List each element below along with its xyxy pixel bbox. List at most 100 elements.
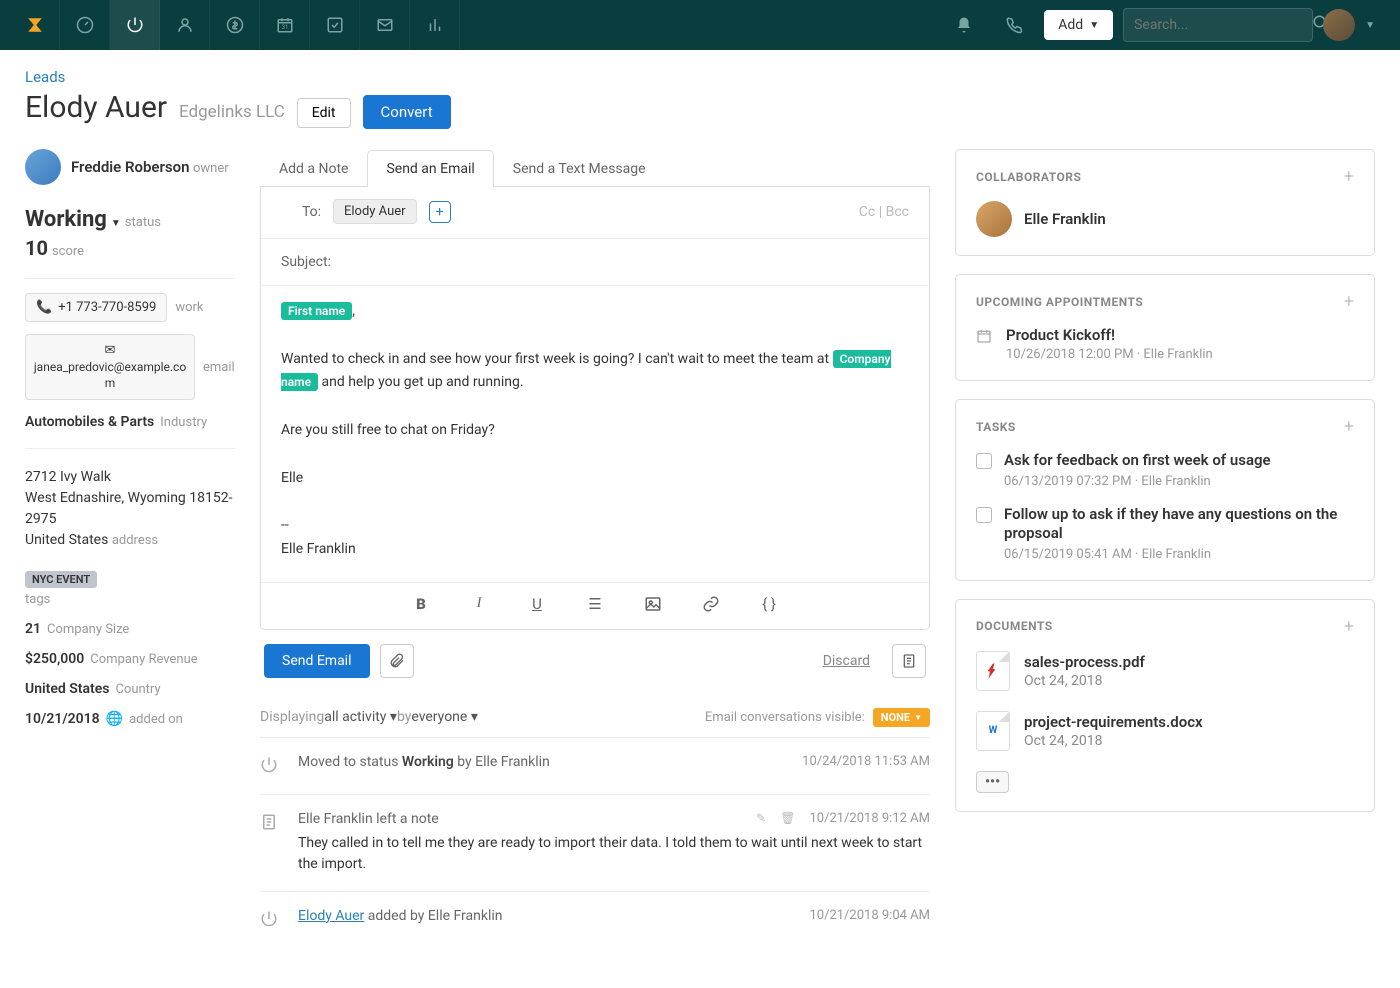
added-on-label: added on bbox=[129, 712, 183, 727]
underline-icon[interactable]: U bbox=[523, 595, 551, 617]
code-icon[interactable]: { } bbox=[755, 595, 783, 617]
status-value[interactable]: Working bbox=[25, 207, 107, 232]
link-icon[interactable] bbox=[697, 595, 725, 617]
email-pill[interactable]: ✉ janea_predovic@example.com bbox=[25, 334, 195, 400]
score-value: 10 bbox=[25, 236, 48, 260]
calendar-icon[interactable]: 31 bbox=[260, 0, 310, 50]
score-label: score bbox=[52, 244, 84, 259]
dollar-icon[interactable] bbox=[210, 0, 260, 50]
person-icon[interactable] bbox=[160, 0, 210, 50]
task-checkbox[interactable] bbox=[976, 453, 992, 469]
tasks-title: TASKS bbox=[976, 420, 1016, 434]
recipient-chip[interactable]: Elody Auer bbox=[333, 199, 417, 224]
task-title[interactable]: Follow up to ask if they have any questi… bbox=[1004, 505, 1354, 544]
email-type-label: email bbox=[203, 360, 235, 375]
left-sidebar: Freddie Roberson owner Working ▼ status … bbox=[25, 149, 235, 948]
mail-icon[interactable] bbox=[360, 0, 410, 50]
convert-button[interactable]: Convert bbox=[363, 95, 451, 129]
owner-name: Freddie Roberson bbox=[71, 158, 189, 176]
visibility-badge[interactable]: NONE ▼ bbox=[873, 708, 930, 727]
collaborator-row[interactable]: Elle Franklin bbox=[976, 201, 1354, 237]
document-row[interactable]: sales-process.pdf Oct 24, 2018 bbox=[976, 651, 1354, 691]
company-size-label: Company Size bbox=[47, 622, 129, 637]
topbar-right: Add ▼ ▼ bbox=[944, 8, 1390, 42]
italic-icon[interactable]: I bbox=[465, 595, 493, 617]
status-label: status bbox=[125, 215, 161, 230]
edit-button[interactable]: Edit bbox=[297, 98, 351, 128]
appointment-meta: 10/26/2018 12:00 PM · Elle Franklin bbox=[1006, 347, 1213, 362]
phone-number: +1 773-770-8599 bbox=[58, 300, 156, 315]
template-button[interactable] bbox=[892, 644, 926, 678]
check-icon[interactable] bbox=[310, 0, 360, 50]
search-input-wrap[interactable] bbox=[1123, 8, 1313, 42]
dashboard-icon[interactable] bbox=[60, 0, 110, 50]
subject-label: Subject: bbox=[281, 254, 331, 270]
cc-link[interactable]: Cc bbox=[859, 204, 875, 220]
chevron-down-icon: ▼ bbox=[1089, 20, 1099, 31]
add-appointment-button[interactable]: + bbox=[1344, 291, 1354, 312]
compose-tabs: Add a Note Send an Email Send a Text Mes… bbox=[260, 149, 930, 187]
email-body[interactable]: First name, Wanted to check in and see h… bbox=[261, 286, 929, 582]
reports-icon[interactable] bbox=[410, 0, 460, 50]
list-icon[interactable]: ☰ bbox=[581, 595, 609, 617]
activity-item: Moved to status Working by Elle Franklin… bbox=[260, 738, 930, 795]
more-button[interactable]: ••• bbox=[976, 771, 1009, 793]
activity-lead-link[interactable]: Elody Auer bbox=[298, 908, 364, 924]
appointment-row[interactable]: Product Kickoff! 10/26/2018 12:00 PM · E… bbox=[976, 326, 1354, 362]
chevron-down-icon[interactable]: ▼ bbox=[1365, 20, 1375, 31]
collaborator-name: Elle Franklin bbox=[1024, 210, 1106, 228]
send-email-button[interactable]: Send Email bbox=[264, 644, 370, 678]
breadcrumb[interactable]: Leads bbox=[25, 68, 1375, 86]
edit-icon[interactable]: ✎ bbox=[756, 811, 766, 825]
phone-pill[interactable]: 📞 +1 773-770-8599 bbox=[25, 293, 167, 322]
search-input[interactable] bbox=[1134, 17, 1312, 33]
task-checkbox[interactable] bbox=[976, 507, 992, 523]
attach-button[interactable] bbox=[380, 644, 414, 678]
tab-add-note[interactable]: Add a Note bbox=[260, 150, 367, 187]
add-collaborator-button[interactable]: + bbox=[1344, 166, 1354, 187]
power-icon bbox=[260, 908, 284, 932]
word-icon: W bbox=[976, 711, 1010, 751]
address-street: 2712 Ivy Walk bbox=[25, 467, 235, 488]
power-icon[interactable] bbox=[110, 0, 160, 50]
merge-tag-firstname[interactable]: First name bbox=[281, 302, 352, 320]
document-row[interactable]: W project-requirements.docx Oct 24, 2018 bbox=[976, 711, 1354, 751]
activity-user-filter[interactable]: everyone ▾ bbox=[411, 709, 477, 725]
calendar-icon bbox=[976, 326, 994, 362]
tag-pill[interactable]: NYC EVENT bbox=[25, 571, 97, 588]
add-button[interactable]: Add ▼ bbox=[1044, 10, 1113, 40]
user-avatar[interactable] bbox=[1323, 9, 1355, 41]
add-document-button[interactable]: + bbox=[1344, 616, 1354, 637]
chevron-down-icon[interactable]: ▼ bbox=[111, 218, 121, 229]
phone-type-label: work bbox=[175, 300, 203, 315]
logo-icon[interactable] bbox=[10, 0, 60, 50]
appointment-title: Product Kickoff! bbox=[1006, 326, 1213, 344]
image-icon[interactable] bbox=[639, 595, 667, 617]
owner-role-label: owner bbox=[193, 161, 229, 176]
phone-icon[interactable] bbox=[994, 16, 1034, 34]
bell-icon[interactable] bbox=[944, 16, 984, 34]
subject-field[interactable]: Subject: bbox=[261, 239, 929, 286]
bold-icon[interactable]: B bbox=[407, 595, 435, 617]
task-row: Ask for feedback on first week of usage … bbox=[976, 451, 1354, 489]
svg-text:31: 31 bbox=[281, 24, 288, 31]
task-row: Follow up to ask if they have any questi… bbox=[976, 505, 1354, 562]
bcc-link[interactable]: Bcc bbox=[886, 204, 909, 220]
activity-timestamp: 10/24/2018 11:53 AM bbox=[802, 754, 930, 769]
activity-type-filter[interactable]: all activity ▾ bbox=[324, 709, 397, 725]
add-recipient-button[interactable]: + bbox=[429, 201, 451, 223]
add-task-button[interactable]: + bbox=[1344, 416, 1354, 437]
discard-link[interactable]: Discard bbox=[823, 653, 870, 669]
industry-value: Automobiles & Parts bbox=[25, 414, 154, 430]
document-name: project-requirements.docx bbox=[1024, 713, 1203, 731]
phone-icon: 📞 bbox=[36, 300, 52, 315]
tab-send-email[interactable]: Send an Email bbox=[367, 150, 493, 187]
trash-icon[interactable]: 🗑 bbox=[780, 811, 795, 825]
power-icon bbox=[260, 754, 284, 778]
owner-avatar[interactable] bbox=[25, 149, 61, 185]
collaborators-card: COLLABORATORS + Elle Franklin bbox=[955, 149, 1375, 256]
tab-send-text[interactable]: Send a Text Message bbox=[494, 150, 665, 187]
document-name: sales-process.pdf bbox=[1024, 653, 1145, 671]
page-header: Leads Elody Auer Edgelinks LLC Edit Conv… bbox=[0, 50, 1400, 129]
task-title[interactable]: Ask for feedback on first week of usage bbox=[1004, 451, 1271, 471]
